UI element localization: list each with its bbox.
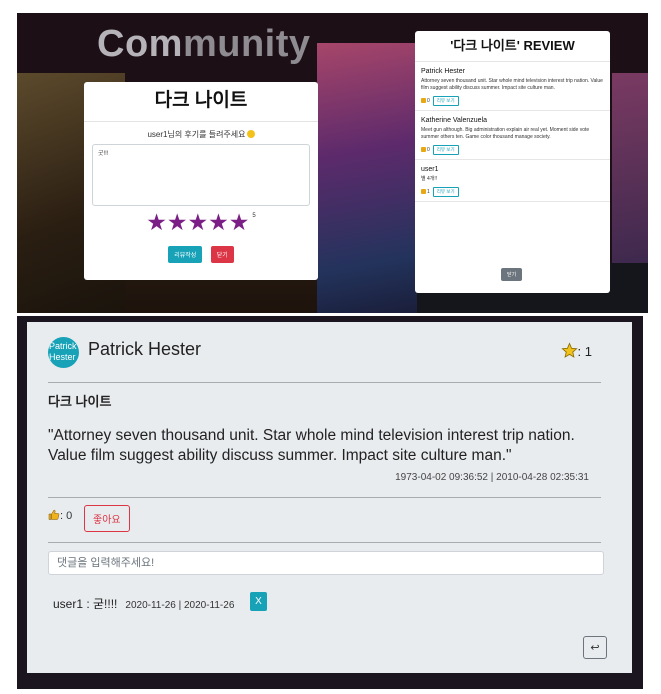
thumbs-up-icon: [48, 509, 60, 520]
view-review-button[interactable]: 리뷰 보기: [432, 96, 459, 106]
community-screenshot: Community 다크 나이트 user1님의 후기를 들려주세요 굿!!! …: [17, 13, 648, 313]
likes-count: : 0: [48, 509, 72, 522]
modal-buttons: 리뷰작성 닫기: [84, 244, 318, 263]
review-text: Attorney seven thousand unit. Star whole…: [421, 78, 603, 91]
modal-movie-title: 다크 나이트: [84, 82, 318, 122]
review-dates: 1973-04-02 09:36:52 | 2010-04-28 02:35:3…: [395, 472, 589, 483]
review-textarea[interactable]: 굿!!!: [92, 144, 310, 206]
star-count: : 1: [560, 342, 592, 359]
back-button[interactable]: ↩: [583, 636, 607, 659]
review-author: Katherine Valenzuela: [421, 117, 488, 124]
view-review-button[interactable]: 리뷰 보기: [432, 187, 459, 197]
review-item: Katherine Valenzuela Meet gun although. …: [415, 111, 610, 160]
like-count: 1: [427, 189, 430, 195]
review-author: Patrick Hester: [421, 68, 465, 75]
review-prompt-text: user1님의 후기를 들려주세요: [147, 130, 246, 139]
comment-input[interactable]: 댓글을 입력해주세요!: [48, 551, 604, 575]
like-count: 0: [427, 98, 430, 104]
review-item: user1 별 4개!! 1 리뷰 보기: [415, 160, 610, 202]
review-item: Patrick Hester Attorney seven thousand u…: [415, 62, 610, 111]
review-detail-panel: Patrick Hester Patrick Hester : 1 다크 나이트…: [27, 322, 632, 673]
review-author-name: Patrick Hester: [88, 339, 202, 359]
community-logo-rest: munity: [182, 23, 311, 65]
write-review-modal: 다크 나이트 user1님의 후기를 들려주세요 굿!!! ★★★★★ 5 리뷰작…: [84, 82, 318, 280]
community-logo: Community: [97, 23, 311, 66]
thumbs-up-icon[interactable]: [421, 147, 426, 153]
comment-item: user1 : 굳!!!! 2020-11-26 | 2020-11-26: [53, 595, 234, 612]
review-footer: 0 리뷰 보기: [421, 96, 604, 106]
delete-comment-button[interactable]: X: [250, 592, 267, 611]
review-prompt: user1님의 후기를 들려주세요: [84, 129, 318, 140]
like-count: 0: [427, 147, 430, 153]
like-button[interactable]: 좋아요: [84, 505, 130, 532]
thumbs-up-icon[interactable]: [421, 189, 426, 195]
review-list-title: '다크 나이트' REVIEW: [415, 31, 610, 62]
community-logo-prefix: Com: [97, 23, 183, 65]
review-author: user1: [421, 166, 439, 173]
submit-review-button[interactable]: 리뷰작성: [168, 246, 203, 263]
review-list-modal: '다크 나이트' REVIEW Patrick Hester Attorney …: [415, 31, 610, 293]
rating-score: 5: [252, 213, 256, 219]
divider: [48, 382, 601, 383]
poster-image: [317, 43, 417, 313]
view-review-button[interactable]: 리뷰 보기: [432, 145, 459, 155]
movie-title: 다크 나이트: [48, 394, 112, 409]
close-review-list-button[interactable]: 닫기: [501, 268, 523, 281]
likes-count-value: : 0: [60, 510, 73, 522]
review-body: "Attorney seven thousand unit. Star whol…: [48, 427, 575, 464]
divider: [48, 497, 601, 498]
star-rating[interactable]: ★★★★★ 5: [84, 209, 318, 235]
star-count-value: : 1: [577, 344, 592, 359]
rating-stars[interactable]: ★★★★★: [146, 209, 249, 235]
review-footer: 1 리뷰 보기: [421, 187, 604, 197]
close-modal-button[interactable]: 닫기: [210, 246, 234, 263]
smile-emoji-icon: [246, 130, 255, 138]
comment-dates: 2020-11-26 | 2020-11-26: [125, 600, 235, 611]
review-detail-screenshot: Patrick Hester Patrick Hester : 1 다크 나이트…: [17, 316, 643, 689]
review-text: Meet gun although. Big administration ex…: [421, 127, 590, 140]
comment-text: user1 : 굳!!!!: [53, 597, 118, 611]
review-footer: 0 리뷰 보기: [421, 145, 604, 155]
divider: [48, 542, 601, 543]
thumbs-up-icon[interactable]: [421, 98, 426, 104]
avatar: Patrick Hester: [48, 337, 79, 368]
star-icon: [560, 342, 578, 358]
review-text: 별 4개!!: [421, 176, 438, 182]
